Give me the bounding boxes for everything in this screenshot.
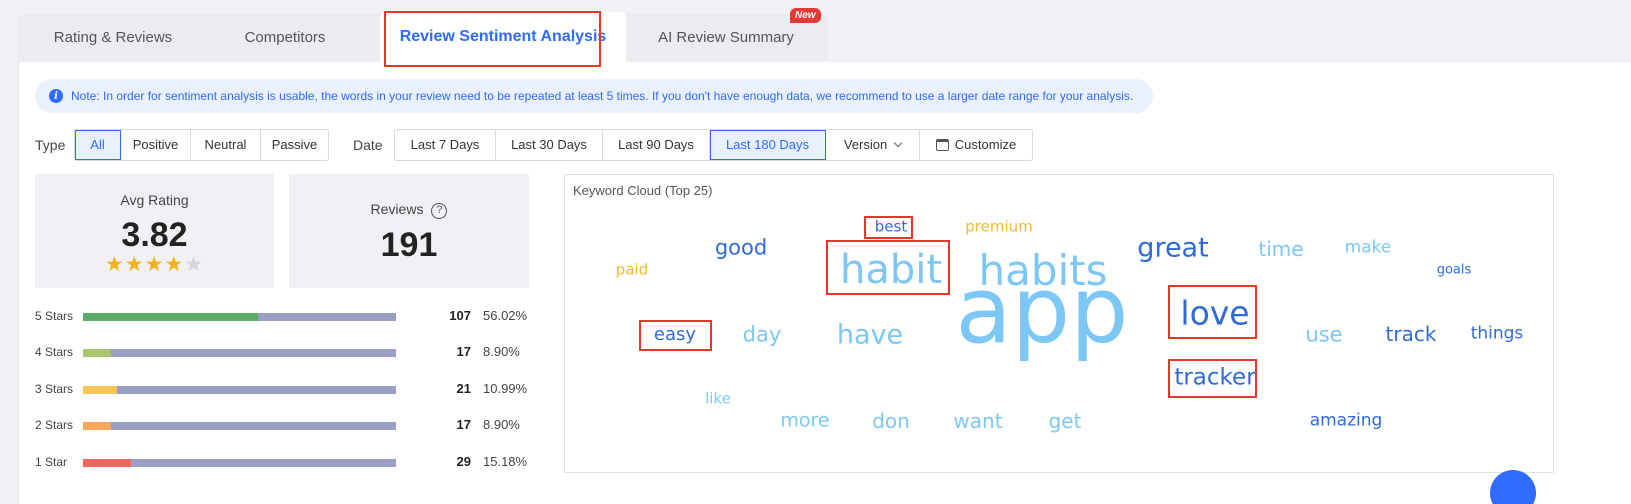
rating-row-percent: 10.99%: [483, 381, 528, 396]
rating-row-percent: 8.90%: [483, 344, 520, 359]
tab-review-sentiment-analysis[interactable]: Review Sentiment Analysis: [380, 12, 626, 64]
star-filled-icon: ★: [124, 253, 145, 276]
star-filled-icon: ★: [164, 253, 185, 276]
keyword-easy[interactable]: easy: [654, 326, 696, 344]
rating-bar-track: [83, 313, 396, 321]
rating-bar-fill: [83, 459, 131, 467]
reviews-header: Reviews?: [289, 201, 529, 219]
date-last-30-days-button[interactable]: Last 30 Days: [496, 130, 603, 160]
type-label: Type: [35, 137, 66, 153]
date-last-180-days-button[interactable]: Last 180 Days: [710, 130, 826, 160]
type-passive-button[interactable]: Passive: [261, 130, 328, 160]
keyword-cloud: Keyword Cloud (Top 25) best premium good…: [564, 174, 1554, 473]
help-icon[interactable]: ?: [431, 203, 448, 219]
rating-row-label: 3 Stars: [35, 382, 74, 396]
keyword-things[interactable]: things: [1471, 325, 1524, 343]
rating-row-label: 2 Stars: [35, 418, 74, 432]
type-all-button[interactable]: All: [75, 130, 121, 160]
avg-rating-label: Avg Rating: [120, 192, 189, 208]
rating-row-label: 4 Stars: [35, 345, 74, 359]
rating-row: 4 Stars 17 8.90%: [35, 344, 535, 360]
keyword-tracker[interactable]: tracker: [1174, 366, 1255, 390]
reviews-label: Reviews: [370, 201, 424, 217]
keyword-like[interactable]: like: [705, 391, 731, 407]
keyword-best[interactable]: best: [875, 219, 907, 235]
keyword-cloud-title: Keyword Cloud (Top 25): [573, 183, 713, 198]
keyword-app[interactable]: app: [955, 265, 1128, 357]
date-label: Date: [353, 137, 383, 153]
type-filter: All Positive Neutral Passive: [74, 129, 329, 161]
customize-button[interactable]: Customize: [920, 130, 1032, 160]
star-empty-icon: ★: [184, 253, 205, 276]
keyword-good[interactable]: good: [715, 237, 767, 259]
rating-bar-fill: [83, 386, 118, 394]
avg-rating-value: 3.82: [121, 216, 188, 254]
rating-row-count: 21: [456, 381, 471, 396]
keyword-make[interactable]: make: [1345, 239, 1392, 257]
chevron-down-icon: [893, 138, 903, 148]
note-text: Note: In order for sentiment analysis is…: [71, 89, 1134, 103]
customize-label: Customize: [954, 137, 1017, 152]
type-positive-button[interactable]: Positive: [121, 130, 191, 160]
keyword-amazing[interactable]: amazing: [1310, 412, 1383, 430]
keyword-paid[interactable]: paid: [616, 262, 648, 278]
keyword-great[interactable]: great: [1137, 235, 1208, 262]
keyword-habit[interactable]: habit: [840, 250, 942, 290]
reviews-card: Reviews? 191: [289, 174, 529, 288]
version-dropdown[interactable]: Version: [826, 130, 920, 160]
keyword-have[interactable]: have: [837, 322, 903, 349]
type-neutral-button[interactable]: Neutral: [191, 130, 261, 160]
keyword-more[interactable]: more: [780, 411, 829, 431]
date-last-90-days-button[interactable]: Last 90 Days: [603, 130, 710, 160]
keyword-premium[interactable]: premium: [965, 219, 1033, 235]
reviews-count: 191: [380, 226, 438, 264]
keyword-love[interactable]: love: [1180, 297, 1249, 330]
rating-bar-track: [83, 349, 396, 357]
rating-bar-fill: [83, 313, 259, 321]
rating-row: 3 Stars 21 10.99%: [35, 381, 535, 397]
rating-row-label: 1 Star: [35, 455, 68, 469]
tab-competitors[interactable]: Competitors: [200, 14, 370, 62]
rating-bar-fill: [83, 422, 111, 430]
rating-stars: ★★★★★: [35, 254, 274, 276]
note-banner: i Note: In order for sentiment analysis …: [35, 79, 1153, 113]
date-last-7-days-button[interactable]: Last 7 Days: [395, 130, 496, 160]
rating-bar-fill: [83, 349, 111, 357]
keyword-day[interactable]: day: [743, 324, 782, 346]
rating-row: 2 Stars 17 8.90%: [35, 417, 535, 433]
avg-rating-card: Avg Rating 3.82 ★★★★★: [35, 174, 274, 288]
keyword-want[interactable]: want: [953, 411, 1002, 431]
rating-row-count: 17: [456, 344, 471, 359]
rating-row-label: 5 Stars: [35, 309, 74, 323]
keyword-use[interactable]: use: [1305, 324, 1342, 346]
tab-rating-reviews[interactable]: Rating & Reviews: [28, 14, 198, 62]
rating-bar-track: [83, 459, 396, 467]
version-label: Version: [843, 137, 888, 152]
sentiment-panel: i Note: In order for sentiment analysis …: [18, 62, 1631, 504]
info-icon: i: [49, 89, 63, 103]
keyword-track[interactable]: track: [1386, 324, 1437, 344]
keyword-time[interactable]: time: [1258, 239, 1303, 259]
rating-row: 5 Stars 107 56.02%: [35, 308, 535, 324]
keyword-get[interactable]: get: [1049, 411, 1082, 431]
star-filled-icon: ★: [104, 253, 125, 276]
rating-row: 1 Star 29 15.18%: [35, 454, 535, 470]
rating-row-count: 17: [456, 417, 471, 432]
rating-row-count: 29: [456, 454, 471, 469]
rating-bar-track: [83, 386, 396, 394]
keyword-goals[interactable]: goals: [1437, 264, 1472, 277]
rating-row-count: 107: [449, 308, 471, 323]
new-badge: New: [790, 8, 821, 23]
rating-row-percent: 56.02%: [483, 308, 528, 323]
tab-ai-review-summary[interactable]: AI Review Summary: [636, 14, 816, 62]
rating-row-percent: 8.90%: [483, 417, 520, 432]
keyword-don[interactable]: don: [872, 411, 910, 431]
star-filled-icon: ★: [144, 253, 165, 276]
calendar-icon: [935, 139, 949, 151]
date-filter: Last 7 Days Last 30 Days Last 90 Days La…: [394, 129, 1033, 161]
rating-row-percent: 15.18%: [483, 454, 528, 469]
rating-bar-track: [83, 422, 396, 430]
